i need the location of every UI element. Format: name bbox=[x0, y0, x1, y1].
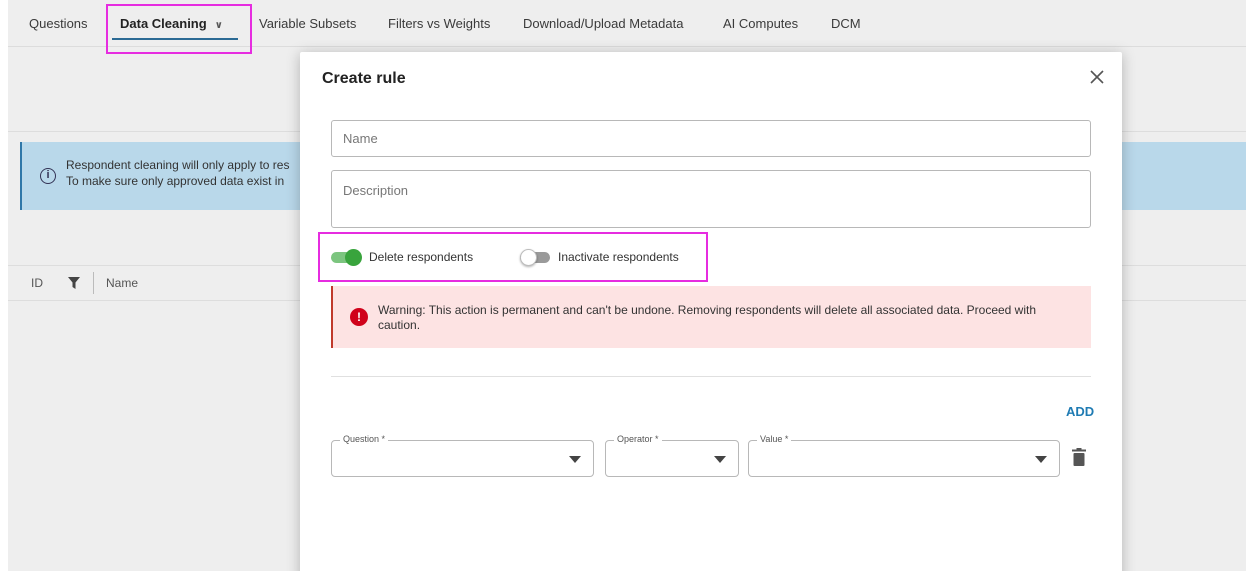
warning-icon: ! bbox=[350, 308, 368, 326]
toggle-knob bbox=[520, 249, 537, 266]
toggle-knob bbox=[345, 249, 362, 266]
tab-variable-subsets[interactable]: Variable Subsets bbox=[259, 0, 356, 47]
tab-data-cleaning-label: Data Cleaning bbox=[120, 16, 207, 31]
column-header-name[interactable]: Name bbox=[106, 276, 138, 290]
dropdown-arrow-icon bbox=[714, 456, 726, 463]
tab-dcm[interactable]: DCM bbox=[831, 0, 861, 47]
value-select-label: Value * bbox=[757, 434, 792, 444]
divider bbox=[331, 376, 1091, 377]
close-button[interactable] bbox=[1086, 66, 1108, 88]
close-icon bbox=[1090, 70, 1104, 84]
description-input[interactable] bbox=[331, 170, 1091, 228]
dropdown-arrow-icon bbox=[1035, 456, 1047, 463]
column-separator bbox=[93, 272, 94, 294]
warning-banner: ! Warning: This action is permanent and … bbox=[331, 286, 1091, 348]
inactivate-respondents-label: Inactivate respondents bbox=[558, 250, 679, 264]
create-rule-dialog: Create rule Delete respondents Inactivat… bbox=[300, 52, 1122, 571]
question-select-label: Question * bbox=[340, 434, 389, 444]
question-select[interactable]: Question * bbox=[331, 434, 594, 477]
info-icon: i bbox=[40, 168, 56, 184]
chevron-down-icon: ∨ bbox=[214, 20, 223, 31]
name-input[interactable] bbox=[331, 120, 1091, 157]
warning-text: Warning: This action is permanent and ca… bbox=[378, 303, 1037, 332]
delete-respondents-label: Delete respondents bbox=[369, 250, 474, 264]
tab-download-upload-metadata[interactable]: Download/Upload Metadata bbox=[523, 0, 683, 47]
trash-icon[interactable] bbox=[1072, 448, 1086, 466]
add-condition-button[interactable]: ADD bbox=[1066, 404, 1094, 419]
info-text-line2: To make sure only approved data exist in bbox=[66, 174, 285, 188]
dropdown-arrow-icon bbox=[569, 456, 581, 463]
operator-select[interactable]: Operator * bbox=[605, 434, 739, 477]
inactivate-respondents-toggle[interactable] bbox=[520, 249, 550, 266]
column-header-id[interactable]: ID bbox=[31, 276, 43, 290]
tab-filters-vs-weights[interactable]: Filters vs Weights bbox=[388, 0, 490, 47]
operator-select-label: Operator * bbox=[614, 434, 662, 444]
value-select[interactable]: Value * bbox=[748, 434, 1060, 477]
dialog-title: Create rule bbox=[322, 70, 406, 87]
delete-respondents-toggle[interactable] bbox=[331, 249, 362, 266]
tab-bar: Questions Data Cleaning ∨ Variable Subset… bbox=[8, 0, 1246, 47]
active-tab-indicator bbox=[112, 38, 238, 40]
info-text-line1: Respondent cleaning will only apply to r… bbox=[66, 158, 290, 172]
tab-ai-computes[interactable]: AI Computes bbox=[723, 0, 798, 47]
tab-questions[interactable]: Questions bbox=[29, 0, 88, 47]
filter-icon[interactable] bbox=[68, 277, 80, 289]
